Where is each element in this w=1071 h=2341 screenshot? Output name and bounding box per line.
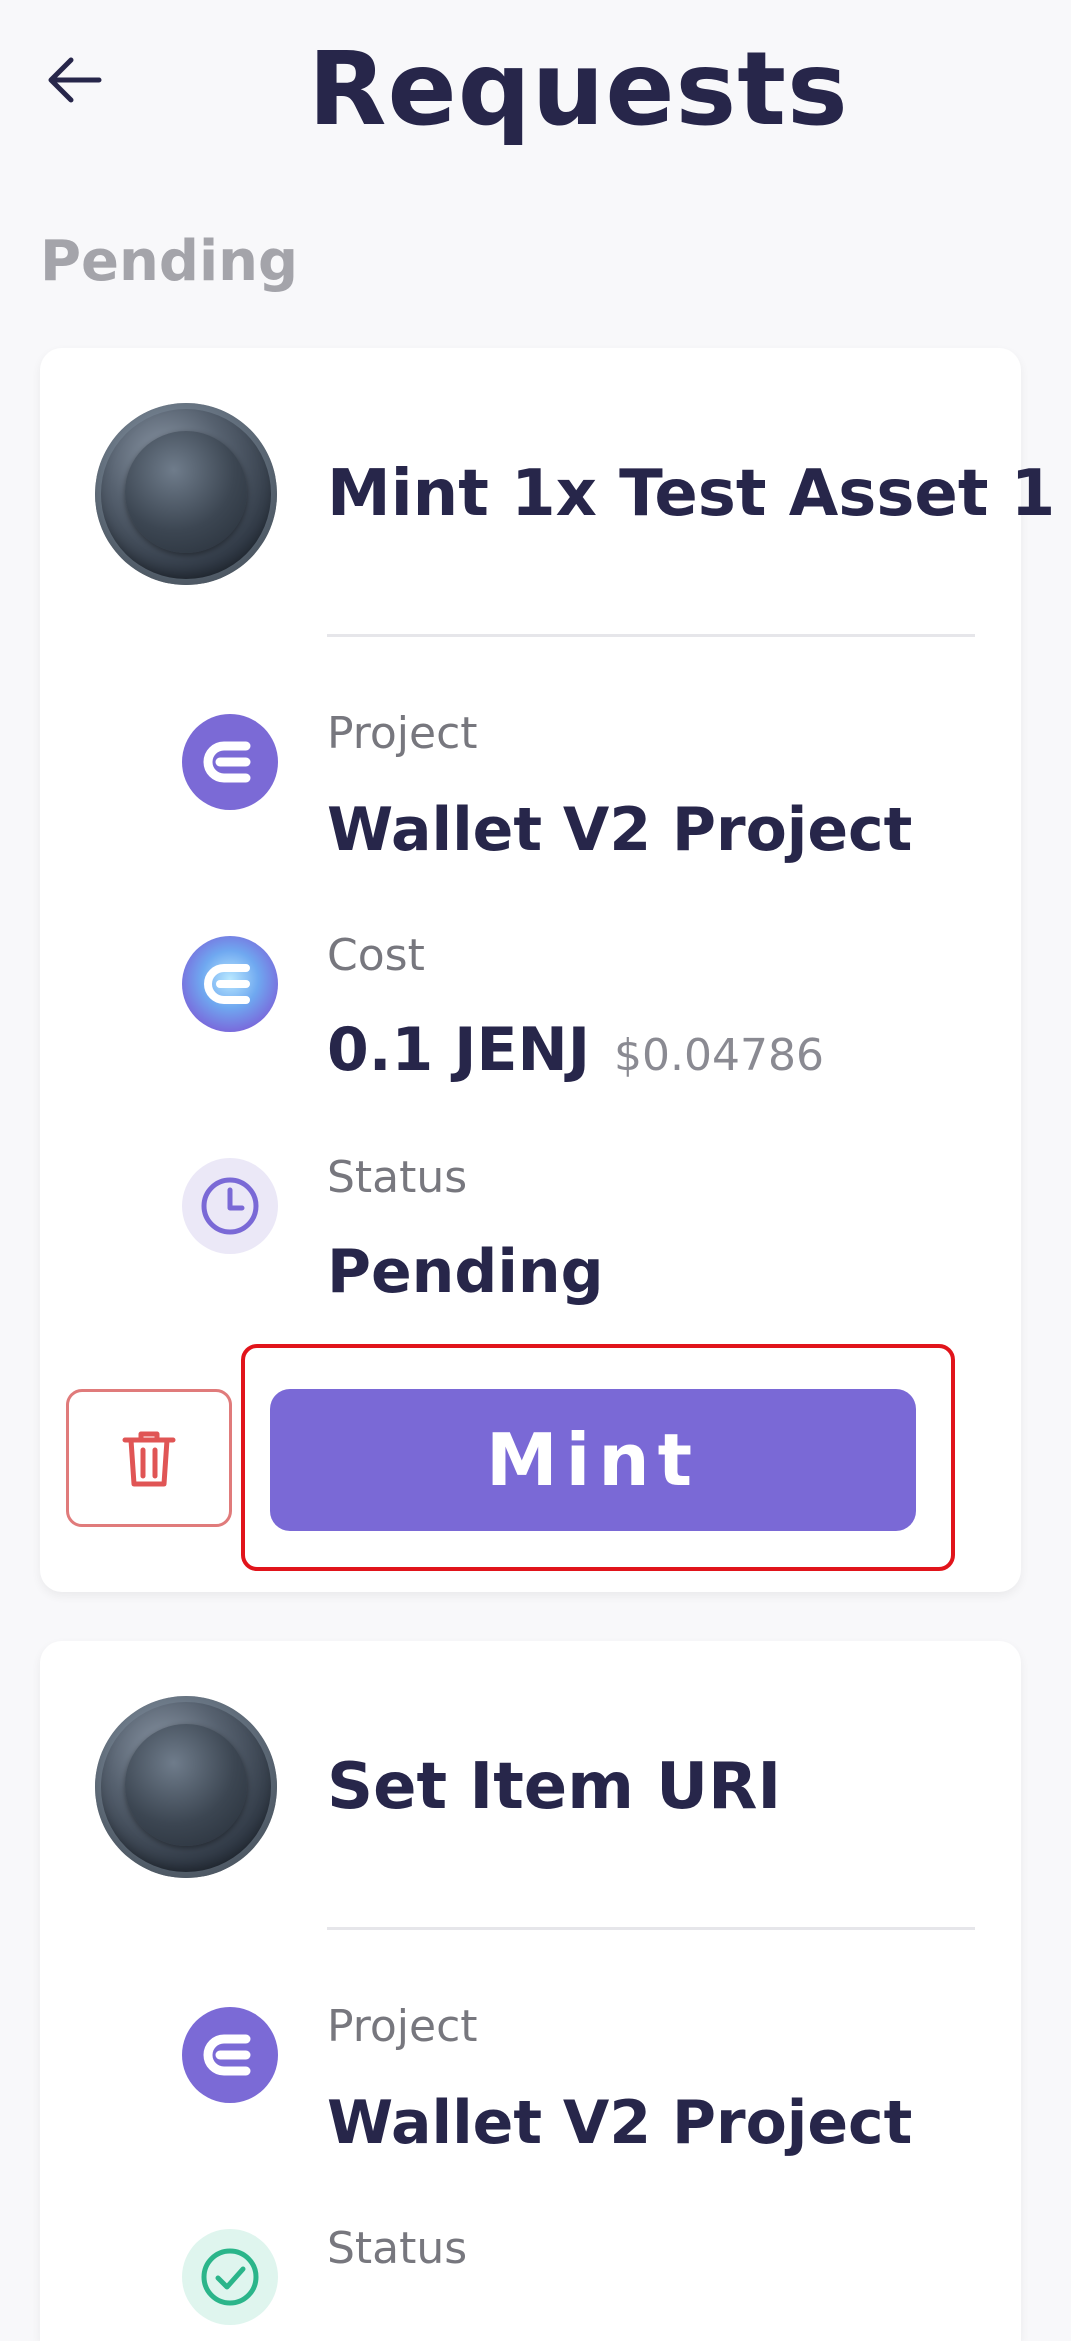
clock-icon (182, 1158, 278, 1254)
check-circle-icon (182, 2229, 278, 2325)
project-value: Wallet V2 Project (327, 795, 913, 865)
divider (327, 1927, 975, 1930)
project-label: Project (327, 708, 478, 759)
enjin-project-icon (182, 2007, 278, 2103)
enjin-project-icon (182, 714, 278, 810)
project-label: Project (327, 2001, 478, 2052)
request-card: Set Item URI Project Wallet V2 Project S… (40, 1641, 1021, 2341)
status-value: Pending (327, 1237, 604, 1307)
project-value: Wallet V2 Project (327, 2088, 913, 2158)
mint-button[interactable]: Mint (270, 1389, 916, 1531)
delete-button[interactable] (66, 1389, 232, 1527)
top-bar: Requests (0, 0, 1071, 180)
cost-label: Cost (327, 930, 425, 981)
trash-icon (122, 1431, 176, 1487)
status-label: Status (327, 1152, 468, 1203)
page-title: Requests (308, 30, 849, 149)
cost-amount: 0.1 JENJ (327, 1015, 591, 1085)
asset-coin-icon (95, 1696, 277, 1878)
back-button[interactable] (40, 40, 110, 120)
cost-value: 0.1 JENJ $0.04786 (327, 1012, 824, 1094)
cost-usd: $0.04786 (614, 1030, 824, 1081)
status-label: Status (327, 2223, 468, 2274)
jenj-token-icon (182, 936, 278, 1032)
asset-coin-icon (95, 403, 277, 585)
section-label-pending: Pending (40, 229, 299, 294)
request-title: Mint 1x Test Asset 1 (327, 457, 1056, 531)
request-title: Set Item URI (327, 1750, 782, 1824)
divider (327, 634, 975, 637)
back-arrow-icon (48, 57, 102, 103)
